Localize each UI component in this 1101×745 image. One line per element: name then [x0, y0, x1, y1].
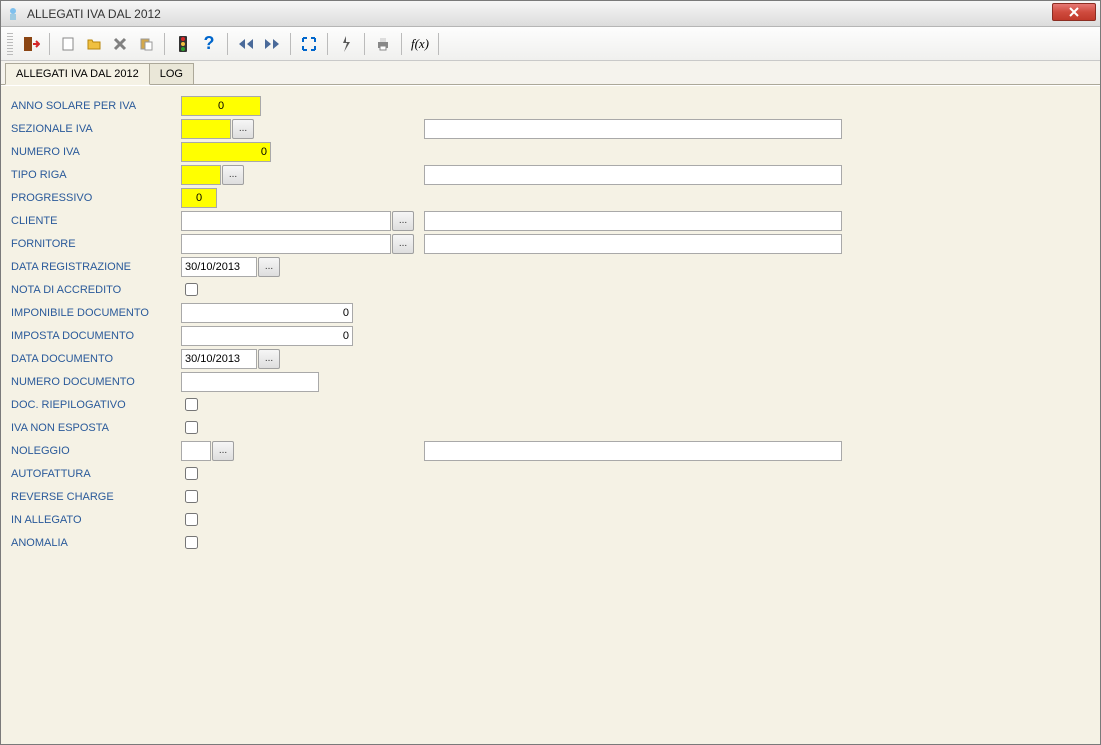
delete-button[interactable] — [108, 32, 132, 56]
inallegato-label: IN ALLEGATO — [11, 514, 181, 526]
fx-button[interactable]: f(x) — [408, 32, 432, 56]
reverse-checkbox[interactable] — [185, 490, 198, 503]
imponibile-label: IMPONIBILE DOCUMENTO — [11, 307, 181, 319]
datadoc-field[interactable] — [181, 349, 257, 369]
tab-allegati[interactable]: ALLEGATI IVA DAL 2012 — [5, 63, 150, 85]
nota-checkbox[interactable] — [185, 283, 198, 296]
nota-label: NOTA DI ACCREDITO — [11, 284, 181, 296]
noleggio-label: NOLEGGIO — [11, 445, 181, 457]
help-button[interactable]: ? — [197, 32, 221, 56]
exit-button[interactable] — [19, 32, 43, 56]
numero-field[interactable] — [181, 142, 271, 162]
cliente-field[interactable] — [181, 211, 391, 231]
tipo-field[interactable] — [181, 165, 221, 185]
numdoc-field[interactable] — [181, 372, 319, 392]
autofattura-label: AUTOFATTURA — [11, 468, 181, 480]
print-button[interactable] — [371, 32, 395, 56]
toolbar: ? f(x) — [1, 27, 1100, 61]
tab-bar: ALLEGATI IVA DAL 2012 LOG — [1, 61, 1100, 85]
cliente-lookup[interactable]: ... — [392, 211, 414, 231]
tipo-label: TIPO RIGA — [11, 169, 181, 181]
tipo-lookup[interactable]: ... — [222, 165, 244, 185]
reverse-label: REVERSE CHARGE — [11, 491, 181, 503]
toolbar-grip — [7, 33, 13, 55]
autofattura-checkbox[interactable] — [185, 467, 198, 480]
fornitore-desc[interactable] — [424, 234, 842, 254]
anno-label: ANNO SOLARE PER IVA — [11, 100, 181, 112]
open-button[interactable] — [82, 32, 106, 56]
riepilog-checkbox[interactable] — [185, 398, 198, 411]
tipo-desc[interactable] — [424, 165, 842, 185]
noleggio-field[interactable] — [181, 441, 211, 461]
tab-log[interactable]: LOG — [150, 63, 194, 85]
progressivo-label: PROGRESSIVO — [11, 192, 181, 204]
datareg-field[interactable] — [181, 257, 257, 277]
riepilog-label: DOC. RIEPILOGATIVO — [11, 399, 181, 411]
traffic-button[interactable] — [171, 32, 195, 56]
numero-label: NUMERO IVA — [11, 146, 181, 158]
paste-button[interactable] — [134, 32, 158, 56]
fornitore-label: FORNITORE — [11, 238, 181, 250]
progressivo-field[interactable] — [181, 188, 217, 208]
ivanon-checkbox[interactable] — [185, 421, 198, 434]
cliente-desc[interactable] — [424, 211, 842, 231]
fullscreen-button[interactable] — [297, 32, 321, 56]
cliente-label: CLIENTE — [11, 215, 181, 227]
imponibile-field[interactable] — [181, 303, 353, 323]
new-button[interactable] — [56, 32, 80, 56]
datadoc-label: DATA DOCUMENTO — [11, 353, 181, 365]
next-button[interactable] — [260, 32, 284, 56]
datareg-picker[interactable]: ... — [258, 257, 280, 277]
anno-field[interactable] — [181, 96, 261, 116]
window-title: ALLEGATI IVA DAL 2012 — [27, 7, 1100, 21]
titlebar: ALLEGATI IVA DAL 2012 — [1, 1, 1100, 27]
imposta-label: IMPOSTA DOCUMENTO — [11, 330, 181, 342]
fornitore-lookup[interactable]: ... — [392, 234, 414, 254]
sezionale-field[interactable] — [181, 119, 231, 139]
app-window: ALLEGATI IVA DAL 2012 ? — [0, 0, 1101, 745]
inallegato-checkbox[interactable] — [185, 513, 198, 526]
prev-button[interactable] — [234, 32, 258, 56]
imposta-field[interactable] — [181, 326, 353, 346]
anomalia-checkbox[interactable] — [185, 536, 198, 549]
script-button[interactable] — [334, 32, 358, 56]
sezionale-lookup[interactable]: ... — [232, 119, 254, 139]
noleggio-lookup[interactable]: ... — [212, 441, 234, 461]
form-panel: ANNO SOLARE PER IVA SEZIONALE IVA ... NU… — [1, 85, 1100, 744]
numdoc-label: NUMERO DOCUMENTO — [11, 376, 181, 388]
anomalia-label: ANOMALIA — [11, 537, 181, 549]
close-button[interactable] — [1052, 3, 1096, 21]
app-icon — [5, 6, 21, 22]
sezionale-label: SEZIONALE IVA — [11, 123, 181, 135]
sezionale-desc[interactable] — [424, 119, 842, 139]
datareg-label: DATA REGISTRAZIONE — [11, 261, 181, 273]
noleggio-desc[interactable] — [424, 441, 842, 461]
datadoc-picker[interactable]: ... — [258, 349, 280, 369]
fornitore-field[interactable] — [181, 234, 391, 254]
ivanon-label: IVA NON ESPOSTA — [11, 422, 181, 434]
